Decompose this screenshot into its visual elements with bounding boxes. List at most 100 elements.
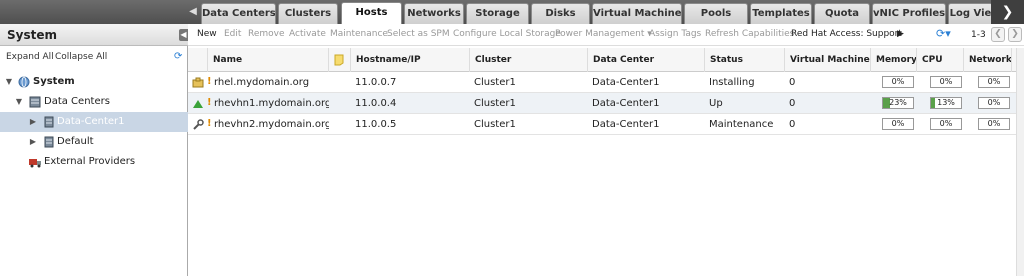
- host-ip: 11.0.0.5: [355, 119, 397, 130]
- collapse-panel-icon[interactable]: ◀: [179, 29, 188, 41]
- cpu-usage-meter: 13%: [930, 97, 962, 109]
- column-header-name[interactable]: Name: [207, 48, 328, 72]
- tree-expanded-icon[interactable]: ▼: [4, 72, 14, 92]
- host-data-center: Data-Center1: [592, 119, 660, 130]
- power-management-dropdown[interactable]: Power Management ▾: [555, 29, 652, 39]
- more-actions-arrow-icon[interactable]: ▶: [897, 29, 904, 39]
- tree-node-data-center1[interactable]: ▶ Data-Center1: [0, 112, 188, 132]
- tab-templates[interactable]: Templates: [750, 3, 812, 24]
- grid-scrollbar[interactable]: [1016, 48, 1024, 276]
- new-host-button[interactable]: New: [197, 29, 217, 39]
- column-header-cluster[interactable]: Cluster: [469, 48, 587, 72]
- network-usage-meter: 0%: [978, 118, 1010, 130]
- hosts-action-toolbar: New Edit Remove Activate Maintenance Sel…: [188, 24, 1024, 46]
- red-hat-access-support-button[interactable]: Red Hat Access: Support: [791, 29, 902, 39]
- memory-usage-meter: 0%: [882, 76, 914, 88]
- configure-local-storage-button[interactable]: Configure Local Storage: [453, 29, 561, 39]
- refresh-capabilities-button[interactable]: Refresh Capabilities: [705, 29, 794, 39]
- table-row[interactable]: ! rhel.mydomain.org 11.0.0.7 Cluster1 Da…: [188, 72, 1024, 93]
- app-window: ◀ Data Centers Clusters Hosts Networks S…: [0, 0, 1024, 276]
- tabs-scroll-right-icon[interactable]: ❯: [991, 0, 1024, 24]
- activate-host-button[interactable]: Activate: [289, 29, 326, 39]
- remove-host-button[interactable]: Remove: [248, 29, 285, 39]
- next-page-icon[interactable]: ❯: [1008, 27, 1022, 42]
- tabs-scroll-left-icon[interactable]: ◀: [188, 5, 198, 19]
- tab-quota[interactable]: Quota: [814, 3, 870, 24]
- edit-host-button[interactable]: Edit: [224, 29, 241, 39]
- tree-collapsed-icon[interactable]: ▶: [28, 132, 38, 152]
- tab-clusters[interactable]: Clusters: [278, 3, 338, 24]
- column-header-hostname[interactable]: Hostname/IP: [350, 48, 469, 72]
- prev-page-icon[interactable]: ❮: [991, 27, 1005, 42]
- select-as-spm-button[interactable]: Select as SPM: [387, 29, 450, 39]
- tab-networks[interactable]: Networks: [404, 3, 464, 24]
- cpu-usage-meter: 0%: [930, 118, 962, 130]
- tab-vnic-profiles[interactable]: vNIC Profiles: [872, 3, 946, 24]
- datacenter-icon: [43, 136, 55, 148]
- column-header-memory[interactable]: Memory: [870, 48, 916, 72]
- expand-all-link[interactable]: Expand All: [6, 52, 54, 62]
- maintenance-button[interactable]: Maintenance: [330, 29, 388, 39]
- host-name: rhevhn1.mydomain.org: [214, 98, 329, 109]
- truck-icon: [29, 156, 41, 168]
- table-row[interactable]: ! rhevhn2.mydomain.org 11.0.0.5 Cluster1…: [188, 114, 1024, 135]
- system-tree-panel: System ◀ Expand All Collapse All ⟳ ▼ Sys…: [0, 24, 188, 276]
- table-row[interactable]: ! rhevhn1.mydomain.org 11.0.0.4 Cluster1…: [188, 93, 1024, 114]
- installing-icon: [192, 77, 204, 89]
- up-arrow-icon: [192, 98, 204, 110]
- collapse-all-link[interactable]: Collapse All: [55, 52, 107, 62]
- cpu-usage-meter: 0%: [930, 76, 962, 88]
- tree-expanded-icon[interactable]: ▼: [14, 92, 24, 112]
- main-tab-bar: ◀ Data Centers Clusters Hosts Networks S…: [0, 0, 1024, 25]
- tree-node-label: External Providers: [44, 156, 136, 167]
- tree-node-label: Data Centers: [44, 96, 110, 107]
- host-data-center: Data-Center1: [592, 77, 660, 88]
- host-status: Maintenance: [709, 119, 774, 130]
- tree-node-system[interactable]: ▼ System: [0, 72, 188, 92]
- column-header-virtual-machines[interactable]: Virtual Machines: [784, 48, 870, 72]
- tab-storage[interactable]: Storage: [466, 3, 529, 24]
- tree-node-label: Default: [57, 136, 94, 147]
- host-name: rhel.mydomain.org: [214, 77, 310, 88]
- tree-node-external-providers[interactable]: External Providers: [0, 152, 188, 172]
- datacenter-icon: [43, 116, 55, 128]
- refresh-tree-icon[interactable]: ⟳: [174, 51, 182, 62]
- network-usage-meter: 0%: [978, 76, 1010, 88]
- wrench-icon: [192, 119, 204, 131]
- host-cluster: Cluster1: [474, 77, 516, 88]
- host-status: Up: [709, 98, 723, 109]
- column-header-comment[interactable]: [328, 48, 350, 72]
- tree-node-data-centers[interactable]: ▼ Data Centers: [0, 92, 188, 112]
- page-count: 1-3: [971, 30, 986, 40]
- tab-data-centers[interactable]: Data Centers: [201, 3, 276, 24]
- tab-virtual-machines[interactable]: Virtual Machines: [592, 3, 682, 24]
- tab-hosts[interactable]: Hosts: [341, 2, 402, 25]
- globe-icon: [18, 76, 30, 88]
- host-vm-count: 0: [789, 98, 796, 109]
- column-header-cpu[interactable]: CPU: [916, 48, 963, 72]
- host-status: Installing: [709, 77, 755, 88]
- column-header-status[interactable]: Status: [704, 48, 784, 72]
- assign-tags-button[interactable]: Assign Tags: [649, 29, 701, 39]
- network-usage-meter: 0%: [978, 97, 1010, 109]
- host-ip: 11.0.0.4: [355, 98, 397, 109]
- host-cluster: Cluster1: [474, 119, 516, 130]
- tree-node-label: Data-Center1: [57, 116, 125, 127]
- host-ip: 11.0.0.7: [355, 77, 397, 88]
- tree-actions: Expand All Collapse All ⟳: [0, 50, 188, 66]
- tab-pools[interactable]: Pools: [684, 3, 748, 24]
- grid-header: Name Hostname/IP Cluster Data Center Sta…: [188, 48, 1024, 72]
- memory-usage-meter: 23%: [882, 97, 914, 109]
- tree-collapsed-icon[interactable]: ▶: [28, 112, 38, 132]
- host-vm-count: 0: [789, 119, 796, 130]
- tab-log-viewer[interactable]: Log Vie: [948, 3, 993, 24]
- system-tree-header: System ◀: [0, 24, 188, 46]
- memory-usage-meter: 0%: [882, 118, 914, 130]
- refresh-grid-icon[interactable]: ⟳▾: [936, 27, 951, 40]
- column-header-data-center[interactable]: Data Center: [587, 48, 704, 72]
- tree-node-label: System: [33, 76, 75, 87]
- tab-disks[interactable]: Disks: [531, 3, 590, 24]
- column-header-network[interactable]: Network: [963, 48, 1011, 72]
- system-tree-title: System: [7, 28, 57, 42]
- tree-node-default[interactable]: ▶ Default: [0, 132, 188, 152]
